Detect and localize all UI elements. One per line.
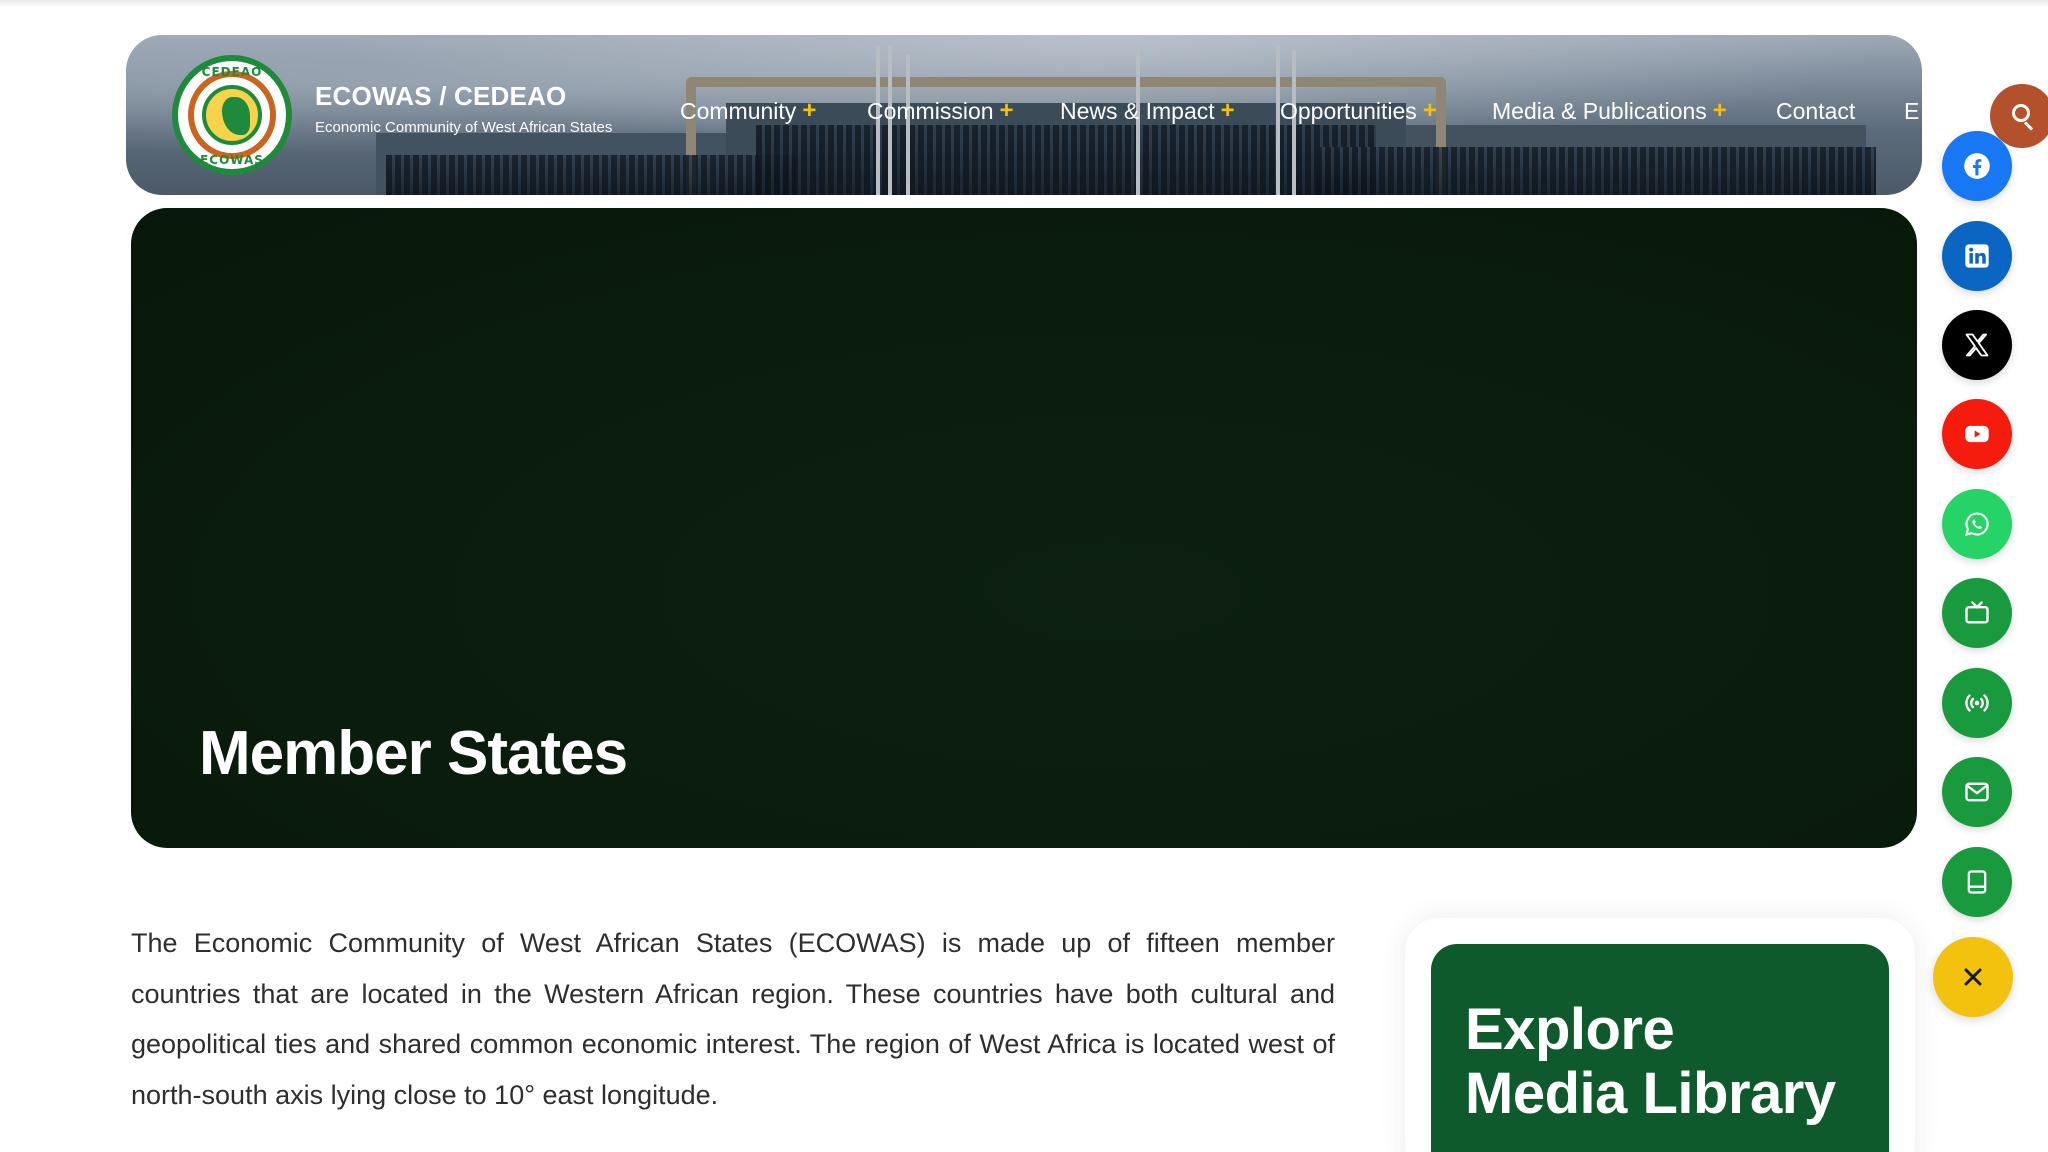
page-title: Member States bbox=[199, 719, 628, 788]
book-icon bbox=[1967, 870, 1987, 894]
page-top-shadow bbox=[0, 0, 2048, 8]
whatsapp-icon bbox=[1965, 512, 1989, 536]
plus-icon: + bbox=[1220, 97, 1235, 124]
brand-subtitle: Economic Community of West African State… bbox=[315, 119, 613, 136]
tv-button[interactable] bbox=[1942, 578, 2012, 648]
media-library-card: Explore Media Library bbox=[1405, 918, 1915, 1152]
media-library-title: Explore Media Library bbox=[1465, 997, 1836, 1126]
nav-item-language[interactable]: E bbox=[1904, 95, 1919, 127]
book-button[interactable] bbox=[1942, 847, 2012, 917]
broadcast-icon bbox=[1965, 694, 1989, 712]
nav-item-community[interactable]: Community + bbox=[680, 95, 816, 127]
mail-icon bbox=[1965, 782, 1989, 802]
facebook-button[interactable] bbox=[1942, 131, 2012, 201]
linkedin-icon bbox=[1965, 244, 1989, 268]
nav-item-commission[interactable]: Commission + bbox=[867, 95, 1014, 127]
linkedin-button[interactable] bbox=[1942, 221, 2012, 291]
tv-icon bbox=[1965, 601, 1989, 624]
intro-paragraph: The Economic Community of West African S… bbox=[131, 928, 1335, 1110]
nav-item-news-impact[interactable]: News & Impact + bbox=[1060, 95, 1235, 127]
site-header: CEDEAO ECOWAS ECOWAS / CEDEAO Economic C… bbox=[126, 35, 1922, 195]
youtube-icon bbox=[1965, 425, 1989, 443]
x-icon bbox=[1965, 333, 1989, 357]
search-icon bbox=[2012, 104, 2030, 122]
close-icon bbox=[1964, 968, 1982, 986]
plus-icon: + bbox=[999, 97, 1014, 124]
nav-item-contact[interactable]: Contact bbox=[1776, 95, 1855, 127]
facebook-icon bbox=[1964, 153, 1990, 179]
x-button[interactable] bbox=[1942, 310, 2012, 380]
close-social-bar-button[interactable] bbox=[1933, 937, 2013, 1017]
explore-media-library-link[interactable]: Explore Media Library bbox=[1431, 944, 1889, 1152]
brand-title[interactable]: ECOWAS / CEDEAO bbox=[315, 81, 566, 112]
plus-icon: + bbox=[1712, 97, 1727, 124]
nav-item-opportunities[interactable]: Opportunities + bbox=[1280, 95, 1437, 127]
plus-icon: + bbox=[802, 97, 817, 124]
radio-button[interactable] bbox=[1942, 668, 2012, 738]
nav-item-media-publications[interactable]: Media & Publications + bbox=[1492, 95, 1727, 127]
youtube-button[interactable] bbox=[1942, 399, 2012, 469]
plus-icon: + bbox=[1422, 97, 1437, 124]
whatsapp-button[interactable] bbox=[1942, 489, 2012, 559]
ecowas-logo[interactable]: CEDEAO ECOWAS bbox=[172, 55, 292, 175]
mail-button[interactable] bbox=[1942, 757, 2012, 827]
